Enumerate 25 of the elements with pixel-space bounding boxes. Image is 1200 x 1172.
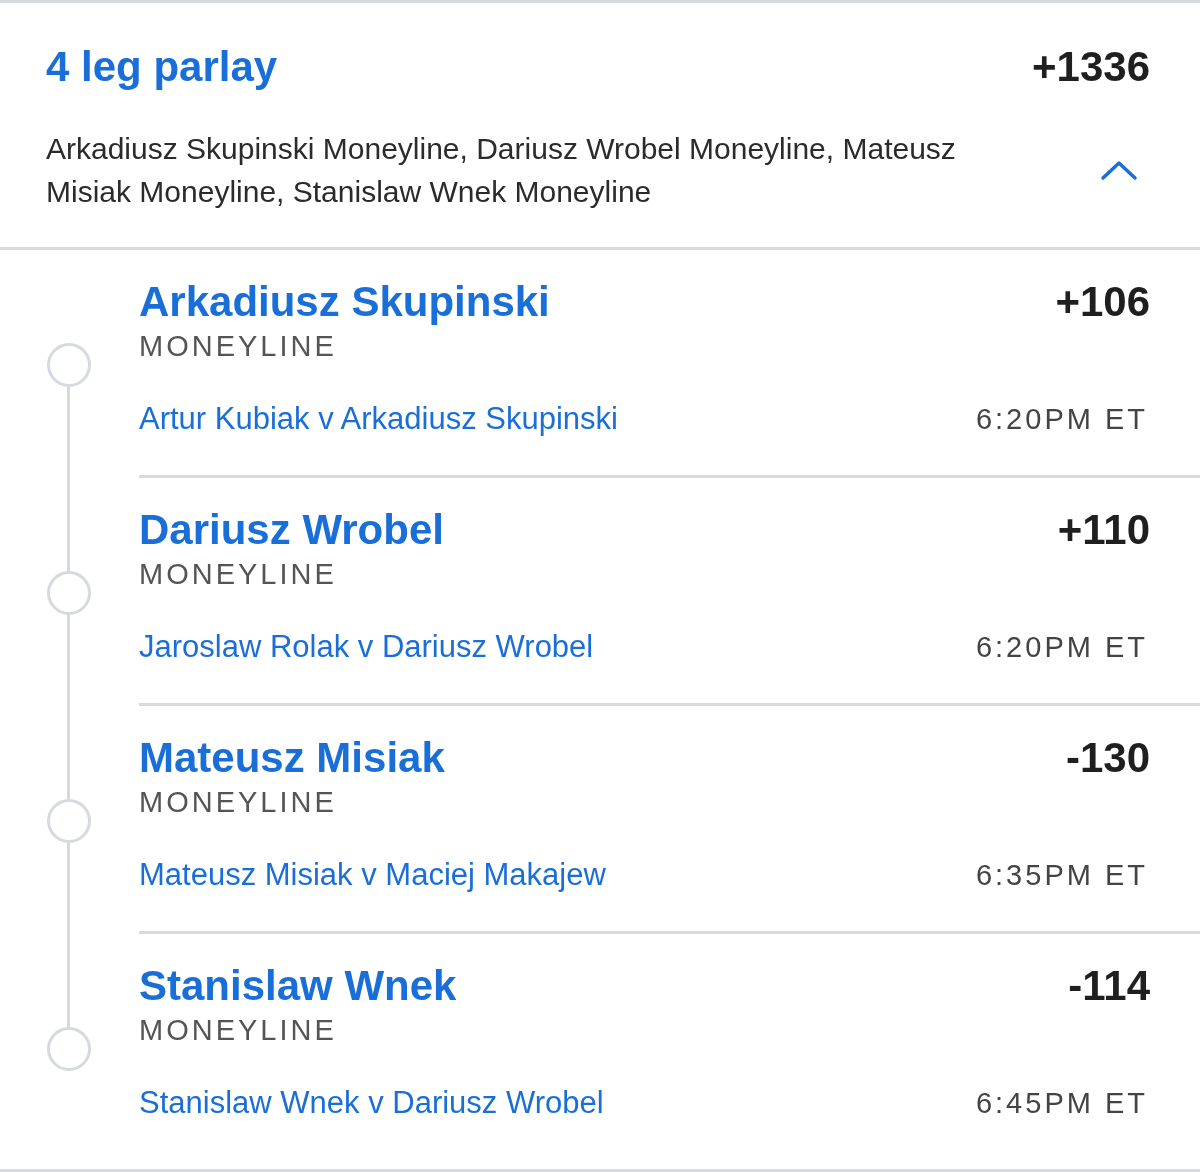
selection-name: Mateusz Misiak: [139, 734, 445, 782]
market-label: MONEYLINE: [139, 786, 337, 819]
event-time: 6:20PM ET: [975, 630, 1148, 664]
market-label: MONEYLINE: [139, 558, 337, 591]
selection-name: Arkadiusz Skupinski: [139, 278, 550, 326]
event-time: 6:35PM ET: [975, 858, 1148, 892]
parlay-odds: +1336: [1032, 43, 1150, 91]
leg-odds: +110: [1057, 506, 1150, 554]
leg-odds: -114: [1068, 962, 1150, 1010]
selection-name: Stanislaw Wnek: [139, 962, 457, 1010]
leg-odds: +106: [1055, 278, 1150, 326]
leg-odds: -130: [1065, 734, 1150, 782]
event-link[interactable]: Artur Kubiak v Arkadiusz Skupinski: [139, 401, 618, 437]
parlay-title: 4 leg parlay: [46, 43, 278, 91]
parlay-description: Arkadiusz Skupinski Moneyline, Dariusz Wrobel Moneyline, Mateusz Misiak Moneyline, Stanislaw Wnek Moneyline: [46, 131, 957, 210]
selection-name: Dariusz Wrobel: [139, 506, 444, 554]
event-link[interactable]: Mateusz Misiak v Maciej Makajew: [139, 857, 606, 893]
chevron-icon: [1100, 159, 1138, 181]
event-link[interactable]: Jaroslaw Rolak v Dariusz Wrobel: [139, 629, 594, 665]
event-time: 6:20PM ET: [975, 402, 1148, 436]
collapse-button[interactable]: [1100, 159, 1138, 181]
market-label: MONEYLINE: [139, 330, 337, 363]
event-link[interactable]: Stanislaw Wnek v Dariusz Wrobel: [139, 1085, 604, 1121]
event-time: 6:45PM ET: [975, 1086, 1148, 1120]
market-label: MONEYLINE: [139, 1014, 337, 1047]
